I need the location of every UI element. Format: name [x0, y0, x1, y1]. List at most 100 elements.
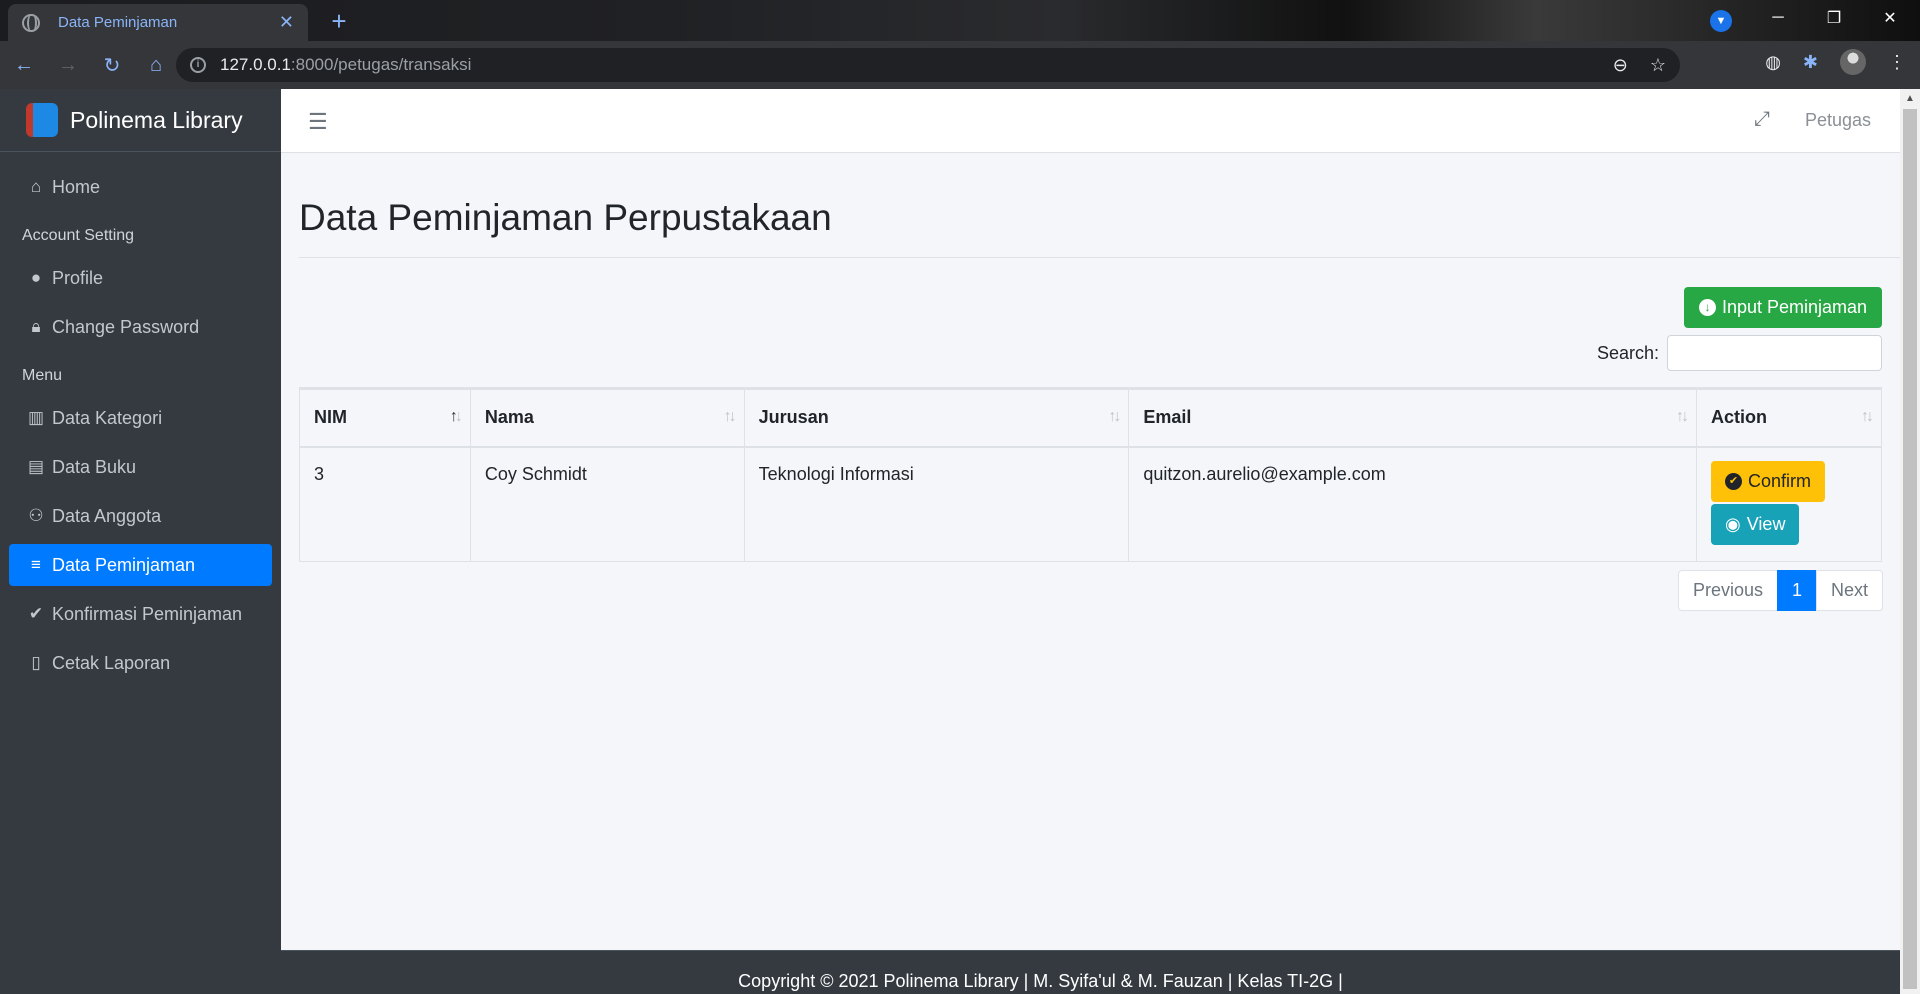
view-label: View: [1746, 513, 1786, 534]
column-header-action[interactable]: Action ↑↓: [1696, 387, 1882, 448]
pagination-next[interactable]: Next: [1816, 570, 1884, 611]
book-icon: ▤: [27, 457, 45, 476]
browser-tabstrip: Data Peminjaman ✕ + ▼ ─ ❐ ✕: [0, 0, 1920, 41]
sidebar-item-label: Home: [52, 176, 101, 197]
sort-icon: ↑↓: [1108, 408, 1121, 425]
confirm-label: Confirm: [1748, 470, 1812, 491]
url-host: 127.0.0.1: [220, 55, 291, 74]
sidebar-item-label: Change Password: [52, 316, 200, 337]
extensions-icon[interactable]: ✱: [1803, 52, 1818, 73]
fullscreen-icon[interactable]: ⤢: [1754, 108, 1770, 131]
star-icon[interactable]: ☆: [1650, 55, 1666, 76]
url-path: :8000/petugas/transaksi: [290, 55, 472, 74]
column-header-nama[interactable]: Nama ↑↓: [469, 387, 745, 448]
sidebar-item-konfirmasi-peminjaman[interactable]: ✔ Konfirmasi Peminjaman: [9, 593, 272, 635]
book-logo-icon: [26, 103, 58, 137]
sidebar: Polinema Library ⌂ Home Account Setting …: [0, 89, 281, 994]
user-role-link[interactable]: Petugas: [1805, 110, 1871, 131]
brand-name: Polinema Library: [70, 106, 243, 133]
top-navbar: ☰ ⤢ Petugas: [281, 89, 1900, 153]
cell-action: ✔ Confirm ◉ View: [1696, 446, 1882, 562]
info-icon[interactable]: i: [190, 57, 206, 73]
sidebar-item-profile[interactable]: ● Profile: [9, 257, 272, 299]
sidebar-item-label: Data Peminjaman: [52, 554, 196, 575]
address-bar[interactable]: i 127.0.0.1 :8000/petugas/transaksi ⊖ ☆: [176, 48, 1680, 82]
sidebar-item-home[interactable]: ⌂ Home: [9, 166, 272, 208]
hamburger-menu-icon[interactable]: ☰: [308, 109, 328, 135]
sidebar-item-change-password[interactable]: 🔒︎ Change Password: [9, 306, 272, 348]
arrow-down-circle-icon: ↓: [1698, 299, 1716, 316]
cell-jurusan: Teknologi Informasi: [743, 446, 1130, 562]
lock-icon: 🔒︎: [31, 317, 41, 336]
scroll-up-icon[interactable]: ▲: [1905, 93, 1915, 104]
translate-icon[interactable]: ◍: [1765, 52, 1781, 73]
sidebar-item-data-buku[interactable]: ▤ Data Buku: [9, 446, 272, 488]
page-title: Data Peminjaman Perpustakaan: [299, 197, 832, 238]
eye-icon: ◉: [1725, 513, 1741, 534]
sidebar-item-label: Data Anggota: [52, 505, 162, 526]
pagination-previous[interactable]: Previous: [1678, 570, 1779, 611]
zoom-icon[interactable]: ⊖: [1613, 55, 1628, 76]
sort-icon: ↑↓: [1676, 408, 1689, 425]
open-book-icon: ▥: [27, 408, 45, 427]
footer-text: Copyright © 2021 Polinema Library | M. S…: [738, 971, 1343, 991]
tab-title: Data Peminjaman: [58, 14, 178, 31]
cell-email: quitzon.aurelio@example.com: [1128, 446, 1698, 562]
sidebar-item-label: Data Kategori: [52, 407, 163, 428]
close-icon[interactable]: ✕: [279, 12, 294, 33]
search-label: Search:: [1597, 343, 1660, 363]
sort-icon: ↑↓: [449, 408, 463, 425]
download-icon[interactable]: ▼: [1710, 10, 1732, 32]
column-header-nim[interactable]: NIM ↑↓: [299, 387, 471, 448]
browser-tab[interactable]: Data Peminjaman ✕: [8, 4, 308, 41]
cell-nama: Coy Schmidt: [469, 446, 745, 562]
main-content: Data Peminjaman Perpustakaan ↓ Input Pem…: [281, 153, 1900, 950]
account-setting-header: Account Setting: [22, 227, 135, 244]
table-row: 3 Coy Schmidt Teknologi Informasi quitzo…: [299, 446, 1882, 562]
table-header-row: NIM ↑↓ Nama ↑↓ Jurusan ↑↓ Email ↑↓ Action ↑↓: [299, 387, 1882, 448]
column-header-jurusan[interactable]: Jurusan ↑↓: [743, 387, 1130, 448]
home-icon: ⌂: [30, 177, 42, 196]
sidebar-item-label: Profile: [52, 267, 104, 288]
scrollbar-thumb[interactable]: [1903, 109, 1917, 989]
minimize-button[interactable]: ─: [1750, 0, 1806, 36]
close-window-button[interactable]: ✕: [1862, 0, 1918, 36]
confirm-button[interactable]: ✔ Confirm: [1711, 460, 1826, 502]
new-tab-button[interactable]: +: [324, 6, 354, 36]
divider: [299, 257, 1900, 258]
restore-button[interactable]: ❐: [1806, 0, 1862, 36]
forward-icon[interactable]: →: [48, 45, 88, 85]
sidebar-item-data-kategori[interactable]: ▥ Data Kategori: [9, 397, 272, 439]
page-scrollbar[interactable]: ▲: [1900, 89, 1920, 994]
cell-nim: 3: [299, 446, 471, 562]
pagination: Previous 1 Next: [1678, 570, 1884, 611]
sidebar-item-data-peminjaman[interactable]: ≡ Data Peminjaman: [9, 544, 272, 586]
user-icon: ●: [30, 268, 42, 287]
brand[interactable]: Polinema Library: [0, 89, 281, 152]
input-peminjaman-button[interactable]: ↓ Input Peminjaman: [1684, 287, 1882, 328]
sidebar-item-data-anggota[interactable]: ⚇ Data Anggota: [9, 495, 272, 537]
column-header-email[interactable]: Email ↑↓: [1128, 387, 1698, 448]
back-icon[interactable]: ←: [4, 45, 44, 85]
pdf-file-icon: ▯: [31, 653, 41, 672]
peminjaman-table: NIM ↑↓ Nama ↑↓ Jurusan ↑↓ Email ↑↓ Action ↑↓ …: [299, 387, 1882, 562]
profile-avatar[interactable]: [1840, 49, 1866, 75]
reload-icon[interactable]: ↻: [92, 45, 132, 85]
check-circle-icon: ✔: [28, 604, 44, 623]
sidebar-item-cetak-laporan[interactable]: ▯ Cetak Laporan: [9, 642, 272, 684]
sort-icon: ↑↓: [1861, 408, 1874, 425]
database-icon: ≡: [31, 555, 41, 574]
sort-icon: ↑↓: [723, 408, 737, 425]
menu-header: Menu: [22, 367, 63, 384]
menu-dots-icon[interactable]: ⋮: [1888, 52, 1906, 73]
browser-toolbar: ← → ↻ ⌂ i 127.0.0.1 :8000/petugas/transa…: [0, 41, 1920, 89]
search-input[interactable]: [1667, 335, 1882, 371]
input-peminjaman-label: Input Peminjaman: [1721, 297, 1868, 317]
check-circle-icon: ✔: [1725, 472, 1743, 490]
sidebar-item-label: Cetak Laporan: [52, 652, 171, 673]
home-icon[interactable]: ⌂: [136, 45, 176, 85]
view-button[interactable]: ◉ View: [1711, 503, 1800, 545]
users-icon: ⚇: [28, 506, 44, 525]
footer: Copyright © 2021 Polinema Library | M. S…: [281, 950, 1900, 994]
pagination-page-1[interactable]: 1: [1777, 570, 1818, 611]
